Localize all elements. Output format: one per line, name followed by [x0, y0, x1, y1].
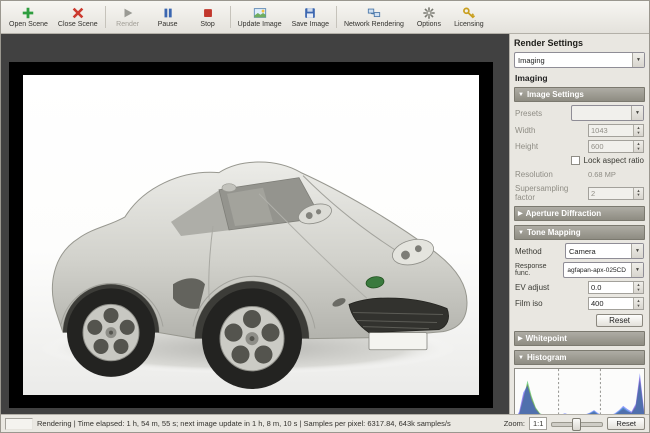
render-icon	[121, 6, 135, 20]
response-func-label: Response func.	[515, 263, 563, 277]
width-label: Width	[515, 126, 535, 135]
collapse-triangle-icon: ▶	[518, 211, 523, 217]
tone-mapping-reset-button[interactable]: Reset	[596, 314, 643, 327]
licensing-icon	[462, 6, 476, 20]
close-scene-icon	[71, 6, 85, 20]
section-aperture-diffraction[interactable]: ▶ Aperture Diffraction	[514, 206, 645, 221]
save-image-icon	[303, 6, 317, 20]
render-viewport	[1, 34, 509, 414]
options-icon	[422, 6, 436, 20]
status-bar: Rendering | Time elapsed: 1 h, 54 m, 55 …	[1, 414, 649, 432]
chevron-down-icon: ▼	[632, 53, 644, 67]
close-scene-button[interactable]: Close Scene	[53, 2, 103, 32]
stop-icon	[201, 6, 215, 20]
section-histogram-label: Histogram	[527, 353, 567, 362]
section-histogram[interactable]: ▼ Histogram	[514, 350, 645, 365]
spinner-arrows-icon[interactable]: ▲▼	[633, 125, 643, 136]
progress-box	[5, 418, 33, 430]
network-rendering-icon	[367, 6, 381, 20]
presets-label: Presets	[515, 109, 542, 118]
update-image-label: Update Image	[238, 21, 282, 29]
pause-label: Pause	[158, 21, 178, 29]
collapse-triangle-icon: ▶	[518, 336, 523, 342]
close-scene-label: Close Scene	[58, 21, 98, 29]
spinner-arrows-icon[interactable]: ▲▼	[633, 298, 643, 309]
pause-button[interactable]: Pause	[148, 2, 188, 32]
collapse-triangle-icon: ▼	[518, 230, 524, 236]
method-dropdown[interactable]: Camera ▼	[565, 243, 644, 259]
options-label: Options	[417, 21, 441, 29]
options-button[interactable]: Options	[409, 2, 449, 32]
render-settings-panel: Render Settings Imaging ▼ Imaging ▼ Imag…	[509, 34, 649, 414]
render-label: Render	[116, 21, 139, 29]
section-tone-mapping-label: Tone Mapping	[527, 228, 581, 237]
save-image-label: Save Image	[292, 21, 329, 29]
zoom-value[interactable]: 1:1	[529, 417, 547, 430]
application-window: Open Scene Close Scene Render Pause Stop…	[0, 0, 650, 433]
zoom-label: Zoom:	[504, 419, 525, 428]
height-label: Height	[515, 142, 538, 151]
ev-adjust-spinbox[interactable]: 0.0 ▲▼	[588, 281, 644, 294]
category-label: Imaging	[515, 73, 645, 83]
status-text: Rendering | Time elapsed: 1 h, 54 m, 55 …	[37, 419, 500, 428]
panel-title: Render Settings	[514, 38, 645, 48]
open-scene-button[interactable]: Open Scene	[4, 2, 53, 32]
supersampling-label: Supersampling factor	[515, 184, 577, 202]
response-func-dropdown[interactable]: agfapan-apx-025CD ▼	[563, 262, 644, 278]
ev-adjust-label: EV adjust	[515, 283, 549, 292]
licensing-button[interactable]: Licensing	[449, 2, 489, 32]
settings-category-dropdown[interactable]: Imaging ▼	[514, 52, 645, 68]
histogram-plot	[514, 368, 645, 414]
render-canvas	[9, 62, 493, 408]
chevron-down-icon: ▼	[631, 106, 643, 120]
stop-button[interactable]: Stop	[188, 2, 228, 32]
toolbar-separator	[230, 6, 231, 28]
zoom-slider-thumb[interactable]	[572, 418, 581, 431]
toolbar: Open Scene Close Scene Render Pause Stop…	[1, 1, 649, 34]
film-iso-label: Film iso	[515, 299, 543, 308]
spinner-arrows-icon[interactable]: ▲▼	[633, 141, 643, 152]
zoom-reset-button[interactable]: Reset	[607, 417, 645, 430]
update-image-icon	[253, 6, 267, 20]
stop-label: Stop	[200, 21, 214, 29]
network-rendering-button[interactable]: Network Rendering	[339, 2, 409, 32]
pause-icon	[161, 6, 175, 20]
width-spinbox[interactable]: 1043 ▲▼	[588, 124, 644, 137]
update-image-button[interactable]: Update Image	[233, 2, 287, 32]
height-spinbox[interactable]: 600 ▲▼	[588, 140, 644, 153]
lock-aspect-ratio-label: Lock aspect ratio	[584, 156, 644, 165]
section-whitepoint-label: Whitepoint	[526, 334, 567, 343]
spinner-arrows-icon[interactable]: ▲▼	[633, 188, 643, 199]
collapse-triangle-icon: ▼	[518, 355, 524, 361]
method-label: Method	[515, 247, 542, 256]
toolbar-separator	[336, 6, 337, 28]
resolution-value: 0.68 MP	[588, 170, 644, 179]
section-tone-mapping[interactable]: ▼ Tone Mapping	[514, 225, 645, 240]
supersampling-spinbox[interactable]: 2 ▲▼	[588, 187, 644, 200]
section-aperture-label: Aperture Diffraction	[526, 209, 602, 218]
rendered-image	[23, 75, 479, 395]
open-scene-label: Open Scene	[9, 21, 48, 29]
lock-aspect-ratio-checkbox[interactable]	[571, 156, 580, 165]
resolution-label: Resolution	[515, 170, 553, 179]
chevron-down-icon: ▼	[631, 263, 643, 277]
render-button[interactable]: Render	[108, 2, 148, 32]
presets-dropdown[interactable]: ▼	[571, 105, 644, 121]
section-image-settings[interactable]: ▼ Image Settings	[514, 87, 645, 102]
toolbar-separator	[105, 6, 106, 28]
car-render	[23, 75, 479, 395]
network-rendering-label: Network Rendering	[344, 21, 404, 29]
section-image-settings-label: Image Settings	[527, 90, 584, 99]
licensing-label: Licensing	[454, 21, 484, 29]
chevron-down-icon: ▼	[631, 244, 643, 258]
zoom-slider[interactable]	[551, 417, 603, 430]
save-image-button[interactable]: Save Image	[287, 2, 334, 32]
open-scene-icon	[21, 6, 35, 20]
section-whitepoint[interactable]: ▶ Whitepoint	[514, 331, 645, 346]
collapse-triangle-icon: ▼	[518, 92, 524, 98]
film-iso-spinbox[interactable]: 400 ▲▼	[588, 297, 644, 310]
spinner-arrows-icon[interactable]: ▲▼	[633, 282, 643, 293]
